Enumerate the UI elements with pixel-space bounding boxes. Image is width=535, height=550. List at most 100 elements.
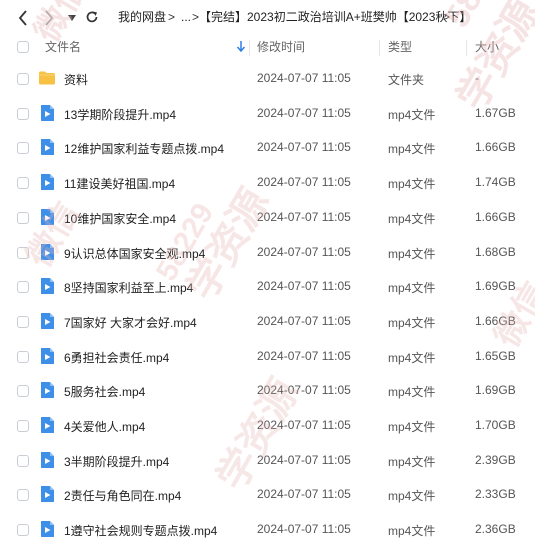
- file-type: mp4文件: [388, 385, 436, 400]
- forward-arrow-icon[interactable]: [40, 9, 58, 27]
- video-file-icon: [38, 277, 56, 295]
- file-type: mp4文件: [388, 454, 436, 469]
- file-size: 1.70GB: [475, 418, 516, 432]
- file-name[interactable]: 9认识总体国家安全观.mp4: [64, 245, 205, 262]
- file-modified-time: 2024-07-07 11:05: [257, 522, 351, 537]
- file-name[interactable]: 6勇担社会责任.mp4: [64, 349, 169, 366]
- file-name[interactable]: 1遵守社会规则专题点拨.mp4: [64, 522, 217, 539]
- row-checkbox[interactable]: [17, 420, 29, 432]
- file-row[interactable]: 12维护国家利益专题点拨.mp4 2024-07-07 11:05 mp4文件 1.6…: [0, 130, 535, 165]
- video-file-icon: [38, 347, 56, 365]
- file-size: 2.36GB: [475, 522, 516, 537]
- row-checkbox[interactable]: [17, 107, 29, 120]
- file-row[interactable]: 10维护国家安全.mp4 2024-07-07 11:05 mp4文件 1.66GB: [0, 200, 535, 235]
- file-size: -: [475, 71, 479, 85]
- file-name[interactable]: 8坚持国家利益至上.mp4: [64, 279, 193, 296]
- file-row[interactable]: 9认识总体国家安全观.mp4 2024-07-07 11:05 mp4文件 1.68G…: [0, 235, 535, 270]
- row-checkbox[interactable]: [17, 315, 29, 328]
- column-type-header[interactable]: 类型: [388, 35, 412, 60]
- sort-down-arrow-icon[interactable]: [236, 36, 246, 61]
- file-modified-time: 2024-07-07 11:05: [257, 452, 351, 467]
- video-file-icon: [38, 381, 56, 399]
- file-size: 1.66GB: [475, 313, 516, 328]
- breadcrumb-separator-icon: >: [443, 10, 451, 24]
- file-name[interactable]: 10维护国家安全.mp4: [64, 210, 176, 227]
- file-name[interactable]: 11建设美好祖国.mp4: [64, 175, 175, 192]
- row-checkbox[interactable]: [17, 177, 29, 190]
- file-row[interactable]: 资料 2024-07-07 11:05 文件夹 -: [0, 61, 535, 96]
- file-size: 1.67GB: [475, 105, 516, 120]
- file-list-header: 文件名 修改时间 类型 大小: [0, 35, 535, 60]
- file-name[interactable]: 2责任与角色同在.mp4: [64, 487, 181, 504]
- row-checkbox[interactable]: [17, 211, 29, 224]
- file-modified-time: 2024-07-07 11:05: [257, 175, 351, 190]
- file-size: 1.74GB: [475, 175, 516, 190]
- file-type: mp4文件: [388, 211, 436, 226]
- file-row[interactable]: 5服务社会.mp4 2024-07-07 11:05 mp4文件 1.69GB: [0, 373, 535, 408]
- row-checkbox[interactable]: [17, 524, 29, 537]
- file-modified-time: 2024-07-07 11:05: [257, 487, 351, 502]
- select-all-checkbox[interactable]: [17, 41, 29, 53]
- file-row[interactable]: 2责任与角色同在.mp4 2024-07-07 11:05 mp4文件 2.33GB: [0, 477, 535, 512]
- file-type: mp4文件: [388, 489, 436, 504]
- file-type: mp4文件: [388, 420, 436, 434]
- file-name[interactable]: 13学期阶段提升.mp4: [64, 106, 176, 123]
- file-name[interactable]: 资料: [64, 71, 88, 88]
- row-checkbox[interactable]: [17, 489, 29, 502]
- breadcrumb-root[interactable]: 我的网盘: [118, 0, 166, 35]
- video-file-icon: [38, 520, 56, 538]
- file-size: 1.69GB: [475, 383, 516, 398]
- column-size-header[interactable]: 大小: [475, 35, 499, 60]
- breadcrumb-ellipsis[interactable]: ...: [181, 0, 191, 35]
- file-size: 2.33GB: [475, 487, 516, 502]
- video-file-icon: [38, 485, 56, 503]
- video-file-icon: [38, 173, 56, 191]
- video-file-icon: [38, 208, 56, 226]
- row-checkbox[interactable]: [17, 246, 29, 259]
- breadcrumb-separator-icon: >: [192, 10, 200, 24]
- breadcrumb-separator-icon: >: [168, 10, 176, 24]
- file-row[interactable]: 11建设美好祖国.mp4 2024-07-07 11:05 mp4文件 1.74GB: [0, 165, 535, 200]
- file-size: 1.65GB: [475, 348, 516, 363]
- back-arrow-icon[interactable]: [14, 9, 32, 27]
- file-name[interactable]: 7国家好 大家才会好.mp4: [64, 314, 197, 331]
- file-size: 2.39GB: [475, 452, 516, 467]
- file-row[interactable]: 7国家好 大家才会好.mp4 2024-07-07 11:05 mp4文件 1.66G…: [0, 304, 535, 339]
- file-modified-time: 2024-07-07 11:05: [257, 348, 351, 363]
- file-row[interactable]: 4关爱他人.mp4 2024-07-07 11:05 mp4文件 1.70GB: [0, 408, 535, 443]
- file-row[interactable]: 1遵守社会规则专题点拨.mp4 2024-07-07 11:05 mp4文件 2.36…: [0, 512, 535, 547]
- column-name-header[interactable]: 文件名: [45, 35, 81, 60]
- file-type: mp4文件: [388, 524, 436, 539]
- row-checkbox[interactable]: [17, 454, 29, 467]
- file-size: 1.66GB: [475, 209, 516, 224]
- breadcrumb-current[interactable]: 【完结】2023初二政治培训A+班樊帅【2023秋下】: [199, 0, 471, 35]
- file-modified-time: 2024-07-07 11:05: [257, 279, 351, 294]
- row-checkbox[interactable]: [17, 281, 29, 294]
- file-size: 1.68GB: [475, 244, 516, 259]
- file-name[interactable]: 3半期阶段提升.mp4: [64, 453, 169, 470]
- file-row[interactable]: 13学期阶段提升.mp4 2024-07-07 11:05 mp4文件 1.67GB: [0, 96, 535, 131]
- video-file-icon: [38, 312, 56, 330]
- file-modified-time: 2024-07-07 11:05: [257, 140, 351, 155]
- row-checkbox[interactable]: [17, 350, 29, 363]
- row-checkbox[interactable]: [17, 73, 29, 85]
- file-size: 1.66GB: [475, 140, 516, 155]
- file-row[interactable]: 3半期阶段提升.mp4 2024-07-07 11:05 mp4文件 2.39GB: [0, 443, 535, 478]
- file-type: mp4文件: [388, 315, 436, 330]
- refresh-icon[interactable]: [84, 9, 100, 25]
- row-checkbox[interactable]: [17, 385, 29, 398]
- column-modified-header[interactable]: 修改时间: [257, 35, 305, 60]
- file-row[interactable]: 8坚持国家利益至上.mp4 2024-07-07 11:05 mp4文件 1.69GB: [0, 269, 535, 304]
- file-name[interactable]: 12维护国家利益专题点拨.mp4: [64, 140, 224, 157]
- file-name[interactable]: 4关爱他人.mp4: [64, 418, 145, 435]
- file-row[interactable]: 6勇担社会责任.mp4 2024-07-07 11:05 mp4文件 1.65GB: [0, 339, 535, 374]
- row-checkbox[interactable]: [17, 142, 29, 155]
- video-file-icon: [38, 451, 56, 469]
- file-name[interactable]: 5服务社会.mp4: [64, 383, 145, 400]
- history-dropdown-icon[interactable]: [66, 12, 78, 24]
- file-type: mp4文件: [388, 177, 436, 192]
- file-type: mp4文件: [388, 350, 436, 365]
- navigation-bar: 我的网盘 > ... > 【完结】2023初二政治培训A+班樊帅【2023秋下】…: [0, 0, 535, 35]
- video-file-icon: [38, 416, 56, 434]
- file-size: 1.69GB: [475, 279, 516, 294]
